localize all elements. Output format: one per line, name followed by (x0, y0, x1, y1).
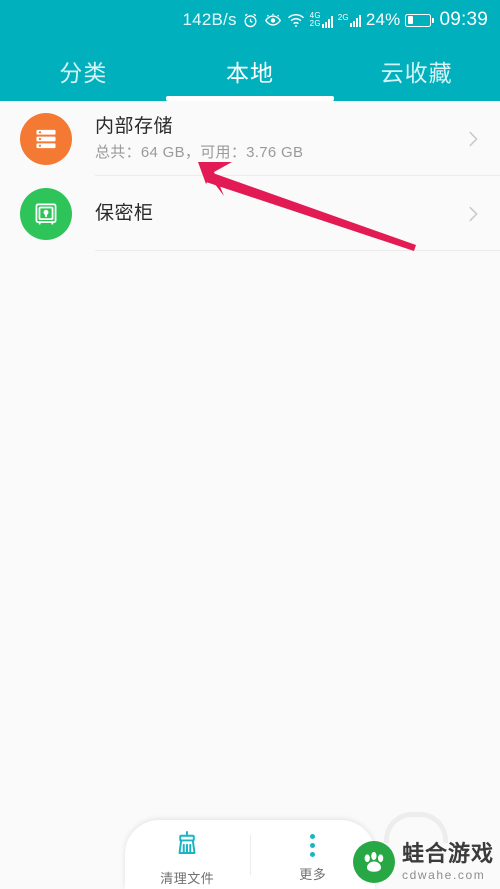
clock-label: 09:39 (439, 9, 488, 30)
signal-secondary-label: 2G (337, 12, 349, 22)
watermark-subtitle: cdwahe.com (401, 868, 486, 882)
tab-cloud-favorites[interactable]: 云收藏 (333, 54, 500, 88)
more-label: 更多 (299, 867, 327, 882)
alarm-icon (242, 12, 259, 29)
safe-lock-icon (20, 187, 72, 240)
status-bar: 142B/s 4G 2G 2G 24% 09:39 (0, 0, 500, 40)
signal-bars-secondary (349, 14, 361, 27)
list-item-subtitle: 总共：64 GB，可用：3.76 GB (95, 143, 304, 161)
chevron-right-icon[interactable] (462, 128, 484, 150)
signal-2g-icon: 2G (337, 12, 361, 27)
tab-bar: 分类 本地 云收藏 (0, 40, 500, 101)
watermark: 蛙合游戏 cdwahe.com (352, 841, 494, 883)
list-item-internal-storage[interactable]: 内部存储 总共：64 GB，可用：3.76 GB (0, 101, 500, 176)
list-item-title: 保密柜 (95, 202, 154, 224)
list-item-safe[interactable]: 保密柜 (0, 176, 500, 251)
watermark-title: 蛙合游戏 (401, 841, 494, 866)
broom-icon (173, 829, 201, 862)
storage-stack-icon (20, 112, 72, 165)
storage-list: 内部存储 总共：64 GB，可用：3.76 GB 保密柜 (0, 101, 500, 251)
signal-bars (321, 15, 333, 28)
list-item-title: 内部存储 (95, 115, 174, 137)
list-item-text: 保密柜 (95, 202, 462, 226)
signal-4g-icon: 4G 2G (310, 12, 333, 28)
watermark-swoosh (384, 812, 448, 843)
row-divider (95, 250, 500, 251)
watermark-text: 蛙合游戏 cdwahe.com (401, 841, 494, 882)
watermark-logo-icon (352, 841, 395, 883)
bottom-action-bar: 清理文件 更多 (125, 820, 375, 889)
clean-files-label: 清理文件 (160, 870, 215, 886)
wifi-icon (287, 13, 305, 28)
tab-local[interactable]: 本地 (167, 54, 334, 88)
battery-icon (405, 13, 435, 27)
network-speed-label: 142B/s (182, 10, 237, 29)
battery-percent-label: 24% (365, 10, 401, 29)
app-header: 142B/s 4G 2G 2G 24% 09:39 分类 本地 云收藏 (0, 0, 500, 101)
chevron-right-icon[interactable] (462, 203, 484, 225)
clean-files-button[interactable]: 清理文件 (125, 820, 250, 889)
tab-categories[interactable]: 分类 (0, 54, 167, 88)
list-item-text: 内部存储 总共：64 GB，可用：3.76 GB (95, 115, 462, 163)
more-dots-icon (310, 832, 316, 858)
signal-label-bottom: 2G (309, 19, 321, 28)
eye-icon (264, 12, 282, 29)
